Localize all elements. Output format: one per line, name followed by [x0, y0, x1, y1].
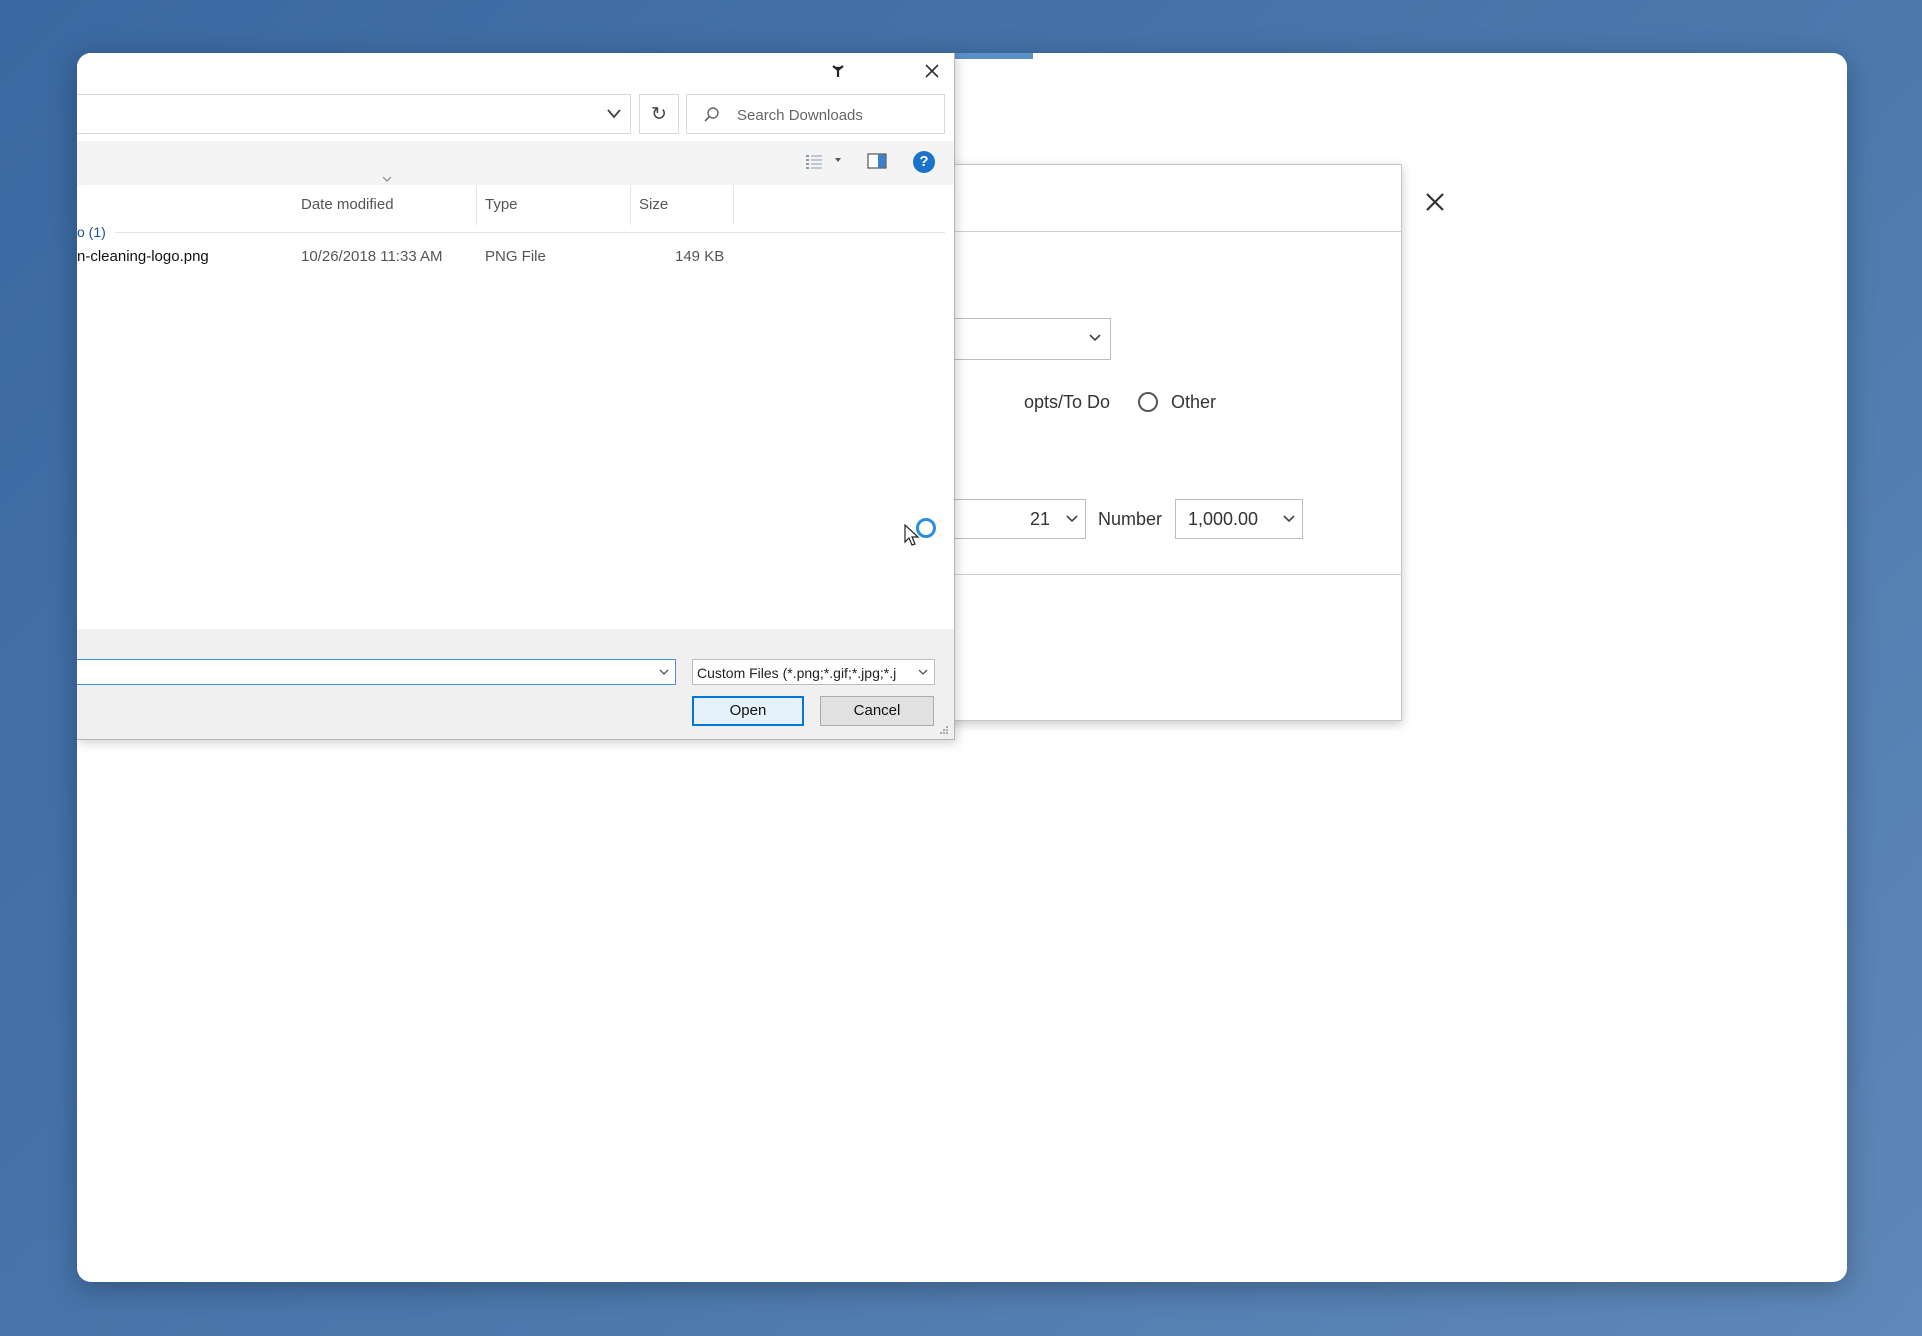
resize-grip-icon[interactable] [939, 725, 949, 735]
chevron-down-icon[interactable] [606, 108, 622, 120]
background-dialog: opts/To Do Other 21 Number 1,000.00 [877, 164, 1444, 721]
busy-spinner-icon [916, 518, 936, 538]
file-open-dialog: ↻ ? Date modified Type Size o (1) n [77, 53, 955, 740]
toolbar: ? [77, 141, 954, 185]
address-bar[interactable] [77, 94, 631, 134]
close-icon[interactable] [922, 61, 942, 81]
group-header[interactable]: o (1) [77, 224, 106, 240]
file-size: 149 KB [675, 248, 725, 265]
column-separator[interactable] [476, 185, 477, 225]
file-name: n-cleaning-logo.png [77, 248, 209, 265]
view-options-icon[interactable] [805, 154, 823, 170]
dialog-footer: Custom Files (*.png;*.gif;*.jpg;*.j Open… [77, 629, 954, 739]
number-select[interactable]: 1,000.00 [1175, 499, 1303, 539]
number-select-value: 1,000.00 [1188, 509, 1259, 529]
column-header-date[interactable]: Date modified [301, 185, 394, 225]
cancel-button[interactable]: Cancel [820, 696, 934, 726]
radio-other[interactable] [1138, 392, 1158, 412]
column-header-type[interactable]: Type [485, 185, 518, 225]
divider [878, 231, 1401, 232]
view-dropdown-arrow-icon[interactable] [835, 158, 841, 162]
open-button[interactable]: Open [692, 696, 804, 726]
column-header-size[interactable]: Size [639, 185, 668, 225]
filename-field[interactable] [77, 659, 676, 685]
radio-receipts-label[interactable]: opts/To Do [1024, 392, 1110, 413]
divider [878, 574, 1401, 575]
filename-input[interactable] [81, 663, 645, 683]
refresh-button[interactable]: ↻ [639, 94, 679, 134]
app-window: opts/To Do Other 21 Number 1,000.00 ↻ Se… [77, 53, 1847, 1282]
column-separator[interactable] [733, 185, 734, 225]
close-icon[interactable] [1419, 186, 1451, 218]
chevron-down-icon [918, 669, 928, 675]
chevron-down-icon [1066, 515, 1078, 523]
chevron-down-icon [1089, 334, 1101, 342]
file-type: PNG File [485, 248, 546, 265]
refresh-icon: ↻ [651, 104, 667, 125]
pin-icon[interactable] [830, 63, 846, 79]
column-separator[interactable] [630, 185, 631, 225]
search-box[interactable] [686, 94, 945, 134]
radio-other-label[interactable]: Other [1171, 392, 1216, 413]
file-type-value: Custom Files (*.png;*.gif;*.jpg;*.j [697, 665, 897, 681]
file-row[interactable]: n-cleaning-logo.png 10/26/2018 11:33 AM … [77, 242, 945, 270]
preview-pane-icon[interactable] [867, 153, 887, 169]
search-input[interactable] [737, 104, 933, 126]
chevron-down-icon [1283, 515, 1295, 523]
file-date: 10/26/2018 11:33 AM [301, 248, 443, 265]
sort-caret-icon [382, 176, 392, 182]
chevron-down-icon[interactable] [659, 669, 669, 677]
number-label: Number [1098, 509, 1163, 529]
group-divider [115, 232, 945, 233]
file-type-select[interactable]: Custom Files (*.png;*.gif;*.jpg;*.j [692, 659, 935, 685]
search-icon [704, 107, 719, 122]
year-select-value: 21 [1030, 509, 1051, 529]
help-icon[interactable]: ? [913, 151, 935, 173]
